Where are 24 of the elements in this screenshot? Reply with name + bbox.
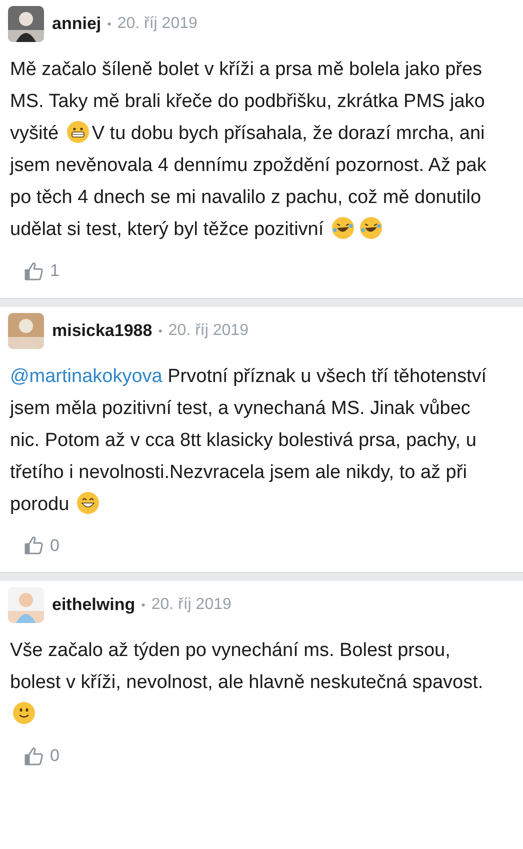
post-date: 20. říj 2019 [168,320,248,340]
like-count: 0 [50,534,60,556]
smile-emoji-icon [12,701,36,725]
post-date: 20. říj 2019 [117,14,198,34]
username[interactable]: anniej [52,11,102,37]
like-count: 1 [50,260,60,282]
comment-text: Vše začalo až týden po vynechání ms. Bolest prsou, bolest v kříži, nevolnost, ale hlavně neskutečná spavost. [10,635,501,731]
comment-text: @martinakokyova Prvotní příznak u všech tří těhotenství jsem měla pozitivní test, a vynechaná MS. Jinak vůbec nic. Potom až v cca 8tt klasicky bolestivá prsa, pachy, u třetího i nevolnosti.Nezvracela jsem ale nikdy, to až při porodu [10,364,488,516]
rofl-emoji-icon [358,216,383,240]
separator-dot: • [141,597,146,614]
like-count: 0 [50,745,60,767]
separator-dot: • [107,16,112,33]
username[interactable]: misicka1988 [52,318,152,344]
thumbs-up-icon[interactable] [24,535,44,556]
thumbs-up-icon[interactable] [24,746,44,766]
rofl-emoji-icon [330,216,355,240]
username[interactable]: eithelwing [52,592,136,618]
comment-text: Mě začalo šíleně bolet v kříži a prsa mě bolela jako přes MS. Taky mě brali křeče do podbřišku, zkrátka PMS jako vyšité V tu dobu bych přísahala, že dorazí mrcha, ani jsem nevěnovala 4 dennímu zpoždění pozornost. Až pak po těch 4 dnech se mi navalilo z pachu, což mě donutilo udělat si test, který byl těžce pozitivní [10,58,488,242]
post-date: 20. říj 2019 [151,595,232,615]
thumbs-up-icon[interactable] [24,260,44,281]
separator-dot: • [158,322,162,340]
grin-emoji-icon [76,490,100,514]
grimacing-emoji-icon [66,120,90,144]
mention-link[interactable]: @martinakokyova [10,366,162,386]
